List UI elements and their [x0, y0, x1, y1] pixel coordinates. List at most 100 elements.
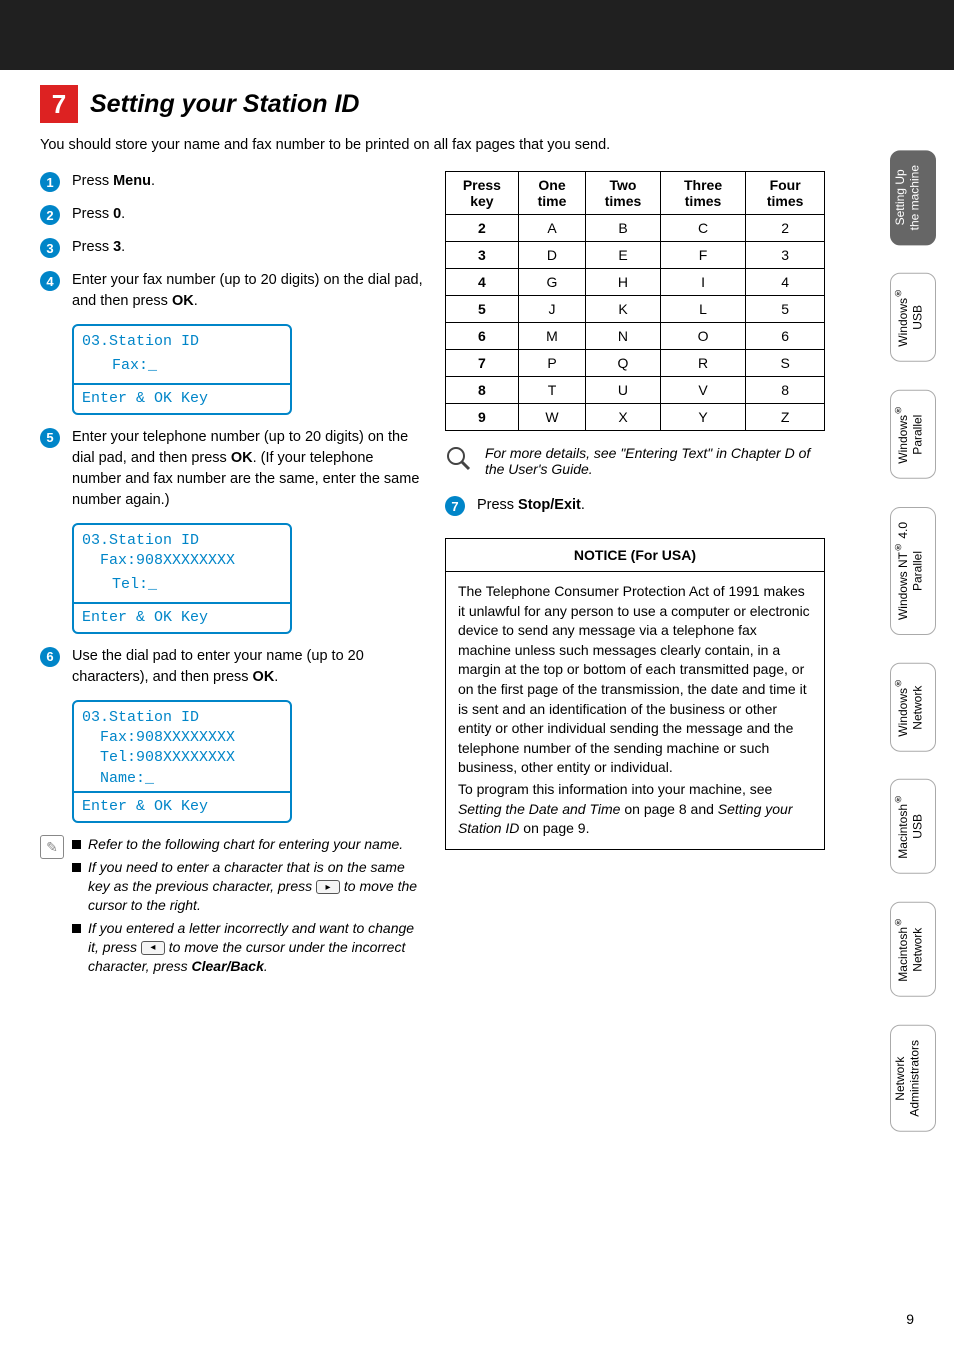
lcd3-line3: Tel:908XXXXXXXX: [82, 748, 282, 768]
table-cell: K: [586, 296, 661, 323]
lcd1-line3: Fax:_: [94, 356, 282, 376]
table-cell: M: [518, 323, 585, 350]
lcd3-footer: Enter & OK Key: [82, 797, 282, 817]
tab-label: Setting Up: [893, 170, 907, 226]
step-text-5: Enter your telephone number (up to 20 di…: [72, 427, 425, 511]
table-cell: J: [518, 296, 585, 323]
step-7: 7 Press Stop/Exit.: [445, 495, 825, 516]
info-reference: For more details, see "Entering Text" in…: [445, 445, 825, 477]
step-number-3: 3: [40, 238, 60, 258]
step-number-1: 1: [40, 172, 60, 192]
th-one: One time: [518, 172, 585, 215]
table-row: 9WXYZ: [445, 404, 824, 431]
side-tabs: Setting Up the machine Windows® USB Wind…: [890, 150, 936, 1132]
tab-label: Administrators: [907, 1040, 921, 1117]
lcd3-line2: Fax:908XXXXXXXX: [82, 728, 282, 748]
th-three: Three times: [660, 172, 745, 215]
note-2: If you need to enter a character that is…: [72, 858, 425, 915]
table-cell: 4: [746, 269, 825, 296]
th-four: Four times: [746, 172, 825, 215]
step-6: 6 Use the dial pad to enter your name (u…: [40, 646, 425, 688]
tab-macintosh-network[interactable]: Macintosh® Network: [890, 902, 936, 997]
section-number-box: 7: [40, 85, 78, 123]
section-title: Setting your Station ID: [90, 90, 359, 119]
tab-windows-nt-parallel[interactable]: Windows NT® 4.0 Parallel: [890, 507, 936, 635]
table-cell: O: [660, 323, 745, 350]
table-row: 3DEF3: [445, 242, 824, 269]
pencil-note-icon: ✎: [40, 835, 64, 859]
step-text-4: Enter your fax number (up to 20 digits) …: [72, 270, 425, 312]
table-row: 6MNO6: [445, 323, 824, 350]
notice-paragraph-1: The Telephone Consumer Protection Act of…: [458, 582, 812, 778]
tab-label: Network: [910, 928, 924, 972]
table-cell: H: [586, 269, 661, 296]
header-band: [0, 0, 954, 70]
character-entry-table: Press key One time Two times Three times…: [445, 171, 825, 431]
table-cell: A: [518, 215, 585, 242]
tab-windows-parallel[interactable]: Windows® Parallel: [890, 390, 936, 479]
tab-label: Windows: [896, 415, 910, 464]
table-cell: 6: [445, 323, 518, 350]
table-cell: 5: [445, 296, 518, 323]
step-text-6: Use the dial pad to enter your name (up …: [72, 646, 425, 688]
step-text-1: Press Menu.: [72, 171, 425, 192]
tab-label: USB: [910, 814, 924, 839]
table-cell: S: [746, 350, 825, 377]
tab-windows-usb[interactable]: Windows® USB: [890, 273, 936, 362]
table-cell: T: [518, 377, 585, 404]
table-row: 8TUV8: [445, 377, 824, 404]
step-number-5: 5: [40, 428, 60, 448]
step-number-7: 7: [445, 496, 465, 516]
table-header-row: Press key One time Two times Three times…: [445, 172, 824, 215]
step-3: 3 Press 3.: [40, 237, 425, 258]
table-cell: X: [586, 404, 661, 431]
note-1: Refer to the following chart for enterin…: [72, 835, 425, 854]
left-column: 1 Press Menu. 2 Press 0. 3 Press 3. 4 En…: [40, 171, 425, 979]
th-two: Two times: [586, 172, 661, 215]
lcd2-line2: Fax:908XXXXXXXX: [82, 551, 282, 571]
table-cell: 8: [746, 377, 825, 404]
step-text-3: Press 3.: [72, 237, 425, 258]
table-cell: B: [586, 215, 661, 242]
tab-label: the machine: [907, 165, 921, 230]
tab-label: Macintosh: [896, 804, 910, 859]
page-content: 7 Setting your Station ID You should sto…: [40, 85, 825, 979]
step-text-7: Press Stop/Exit.: [477, 495, 825, 516]
tab-setting-up[interactable]: Setting Up the machine: [890, 150, 936, 245]
tab-label: 4.0: [896, 522, 910, 542]
page-number: 9: [906, 1311, 914, 1327]
tab-network-admin[interactable]: Network Administrators: [890, 1025, 936, 1132]
table-cell: V: [660, 377, 745, 404]
step-text-2: Press 0.: [72, 204, 425, 225]
table-cell: D: [518, 242, 585, 269]
step-2: 2 Press 0.: [40, 204, 425, 225]
lcd-display-3: 03.Station ID Fax:908XXXXXXXX Tel:908XXX…: [72, 700, 292, 823]
tab-label: USB: [910, 305, 924, 330]
table-cell: 5: [746, 296, 825, 323]
th-key: Press key: [445, 172, 518, 215]
table-cell: Q: [586, 350, 661, 377]
step-1: 1 Press Menu.: [40, 171, 425, 192]
table-cell: W: [518, 404, 585, 431]
table-cell: L: [660, 296, 745, 323]
table-cell: 2: [445, 215, 518, 242]
right-column: Press key One time Two times Three times…: [445, 171, 825, 979]
tab-windows-network[interactable]: Windows® Network: [890, 663, 936, 752]
table-cell: 4: [445, 269, 518, 296]
table-cell: Y: [660, 404, 745, 431]
tab-label: Windows: [896, 688, 910, 737]
lcd2-line1: 03.Station ID: [82, 531, 282, 551]
table-cell: 3: [445, 242, 518, 269]
book-reference-icon: [445, 445, 471, 471]
table-cell: I: [660, 269, 745, 296]
tab-label: Windows NT: [896, 552, 910, 620]
table-cell: 6: [746, 323, 825, 350]
info-text: For more details, see "Entering Text" in…: [485, 445, 825, 477]
notice-paragraph-2: To program this information into your ma…: [458, 780, 812, 839]
table-row: 7PQRS: [445, 350, 824, 377]
table-row: 5JKL5: [445, 296, 824, 323]
step-4: 4 Enter your fax number (up to 20 digits…: [40, 270, 425, 312]
note-block: ✎ Refer to the following chart for enter…: [40, 835, 425, 979]
table-cell: 7: [445, 350, 518, 377]
tab-macintosh-usb[interactable]: Macintosh® USB: [890, 779, 936, 874]
